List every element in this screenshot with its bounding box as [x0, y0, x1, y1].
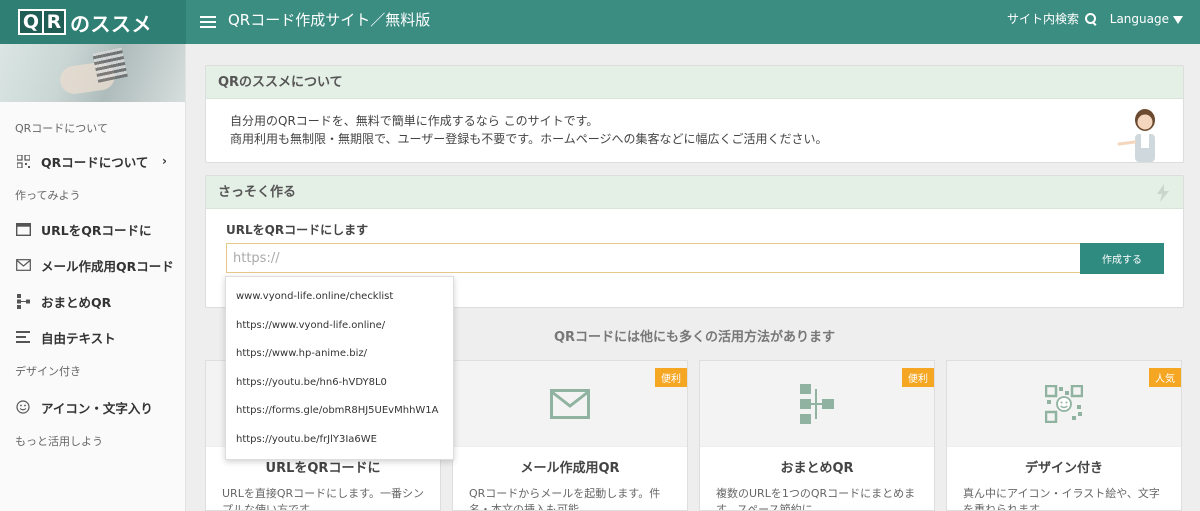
logo-text: のススメ [70, 11, 152, 36]
about-card: QRのススメについて 自分用のQRコードを、無料で簡単に作成するなら このサイト… [205, 65, 1184, 163]
page-title: QRコード作成サイト／無料版 [228, 11, 431, 29]
about-line-2: 商用利用も無制限・無期限で、ユーザー登録も不要です。ホームページへの集客などに幅… [230, 132, 828, 146]
sidebar-item-label: URLをQRコードに [41, 222, 152, 238]
sidebar-item-label: アイコン・文字入り [41, 400, 153, 416]
logo-qr-mark: QR [18, 9, 66, 35]
sidebar-item-mail-qr[interactable]: メール作成用QRコード [0, 247, 185, 283]
about-card-title: QRのススメについて [206, 66, 1183, 99]
language-label: Language [1109, 12, 1169, 26]
sidebar-item-combined-qr[interactable]: おまとめQR [0, 283, 185, 319]
sidebar-section-design: デザイン付き [15, 365, 81, 378]
sidebar-section-make: 作ってみよう [15, 189, 81, 202]
feature-description: QRコードからメールを起動します。件名・本文の挿入も可能 [469, 487, 661, 511]
top-bar: QR のススメ QRコード作成サイト／無料版 サイト内検索 Language [0, 0, 1200, 44]
caret-down-icon [1173, 15, 1183, 24]
lightning-bolt-icon [1157, 184, 1169, 206]
qr-grid-icon [15, 153, 31, 169]
chevron-right-icon: › [162, 154, 167, 168]
feature-description: 複数のURLを1つのQRコードにまとめます。スペース節約に [716, 487, 916, 511]
badge-popular: 人気 [1149, 368, 1181, 387]
feature-image [453, 361, 687, 447]
sidebar-item-label: おまとめQR [41, 294, 112, 310]
search-icon [1085, 13, 1097, 25]
feature-title: メール作成用QR [520, 461, 620, 476]
url-input[interactable] [226, 243, 1082, 273]
site-search-label: サイト内検索 [1006, 12, 1079, 26]
smiley-icon [15, 399, 31, 415]
site-search-link[interactable]: サイト内検索 [1007, 0, 1097, 38]
feature-image [947, 361, 1181, 447]
sidebar-banner-image [0, 44, 185, 102]
feature-description: 真ん中にアイコン・イラスト絵や、文字を重ねられます [963, 487, 1160, 511]
sidebar-item-icon-text[interactable]: アイコン・文字入り [0, 389, 185, 425]
autocomplete-option[interactable]: https://www.hp-anime.biz/ [226, 340, 453, 369]
sidebar-section-more: もっと活用しよう [15, 435, 103, 448]
language-selector[interactable]: Language [1110, 0, 1183, 38]
text-lines-icon [15, 329, 31, 345]
sidebar-item-label: 自由テキスト [41, 330, 116, 346]
autocomplete-option[interactable]: https://youtu.be/hn6-hVDY8L0 [226, 369, 453, 398]
feature-card-mail[interactable]: 便利 メール作成用QR QRコードからメールを起動します。件名・本文の挿入も可能 [452, 360, 688, 511]
envelope-icon [550, 388, 590, 419]
sidebar-item-url-qr[interactable]: URLをQRコードに [0, 211, 185, 247]
create-card-title: さっそく作る [206, 176, 1183, 209]
envelope-icon [15, 257, 31, 273]
logo-letter-q: Q [20, 11, 42, 33]
about-line-1: 自分用のQRコードを、無料で簡単に作成するなら このサイトです。 [230, 114, 599, 128]
create-button[interactable]: 作成する [1080, 243, 1164, 274]
sidebar: QRコードについて QRコードについて › 作ってみよう URLをQRコードに … [0, 44, 186, 511]
sitemap-icon [800, 383, 834, 424]
feature-card-combined[interactable]: 便利 おまとめQR 複数のURLを1つのQRコードにまとめます。スペース節約に [699, 360, 935, 511]
sidebar-item-label: メール作成用QRコード [41, 258, 174, 274]
feature-description: URLを直接QRコードにします。一番シンプルな使い方です [222, 487, 425, 511]
url-autocomplete-dropdown: www.vyond-life.online/checklist https://… [225, 276, 454, 460]
badge-useful: 便利 [655, 368, 687, 387]
feature-image [700, 361, 934, 447]
browser-window-icon [15, 221, 31, 237]
sidebar-item-label: QRコードについて [41, 154, 149, 170]
feature-title: デザイン付き [1024, 461, 1103, 476]
feature-title: おまとめQR [780, 461, 854, 476]
sitemap-icon [15, 293, 31, 309]
sidebar-item-free-text[interactable]: 自由テキスト [0, 319, 185, 355]
badge-useful: 便利 [902, 368, 934, 387]
about-description: 自分用のQRコードを、無料で簡単に作成するなら このサイトです。 商用利用も無制… [230, 112, 828, 148]
logo-letter-r: R [42, 11, 64, 33]
qr-smiley-icon [1045, 384, 1083, 423]
sidebar-item-about-qr[interactable]: QRコードについて › [0, 143, 185, 179]
site-logo[interactable]: QR のススメ [0, 0, 186, 44]
autocomplete-option[interactable]: https://www.vyond-life.online/ [226, 312, 453, 341]
autocomplete-option[interactable]: https://youtu.be/frJlY3Ia6WE [226, 426, 453, 455]
feature-card-design[interactable]: 人気 デザイン付き 真ん中にアイコン・イラスト絵や、文字を重ねられます [946, 360, 1182, 511]
url-field-label: URLをQRコードにします [226, 223, 369, 237]
guide-person-illustration [1115, 106, 1163, 162]
autocomplete-option[interactable]: www.vyond-life.online/checklist [226, 283, 453, 312]
autocomplete-option[interactable]: https://forms.gle/obmR8HJ5UEvMhhW1A [226, 397, 453, 426]
hamburger-menu-icon[interactable] [200, 11, 216, 33]
sidebar-section-about: QRコードについて [15, 122, 108, 135]
